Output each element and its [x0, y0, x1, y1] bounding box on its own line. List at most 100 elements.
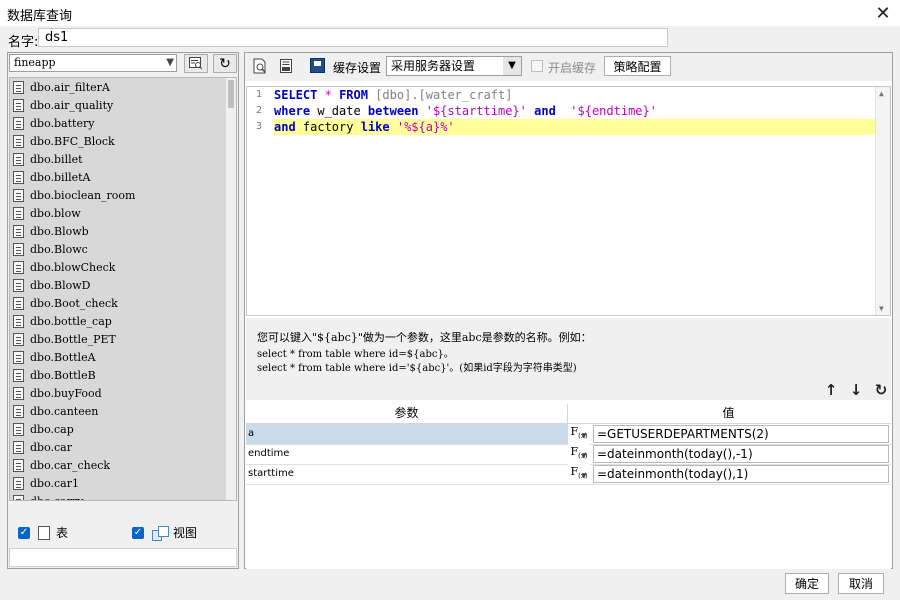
refresh-icon: ↻	[874, 381, 888, 399]
code-line: SELECT * FROM [dbo].[water_craft]	[274, 88, 513, 102]
arrow-down-icon: ↓	[849, 381, 863, 399]
table-name: dbo.bottle_cap	[30, 314, 112, 328]
table-list-item[interactable]: dbo.buyFood	[10, 384, 228, 402]
sql-editor[interactable]: 1 2 3 SELECT * FROM [dbo].[water_craft] …	[246, 86, 891, 316]
arrow-up-icon: ↑	[824, 381, 838, 399]
parameter-value-input[interactable]: =GETUSERDEPARTMENTS(2)	[593, 425, 889, 443]
parameter-row[interactable]: endtime F(x) ▼ =dateinmonth(today(),-1)	[246, 444, 891, 465]
table-name: dbo.Blowc	[30, 242, 88, 256]
parameter-row[interactable]: a F(x) ▼ =GETUSERDEPARTMENTS(2)	[246, 424, 891, 445]
cache-settings-label: 缓存设置	[333, 61, 382, 75]
show-views-option[interactable]: ✓ 视图	[132, 524, 197, 541]
chevron-down-icon: ▼	[166, 57, 174, 68]
column-header-value: 值	[722, 406, 735, 420]
table-list-item[interactable]: dbo.car_check	[10, 456, 228, 474]
table-list-item[interactable]: dbo.bottle_cap	[10, 312, 228, 330]
scroll-down-icon[interactable]: ▼	[879, 304, 884, 313]
refresh-tables-button[interactable]: ↻	[213, 54, 237, 73]
window-title: 数据库查询	[7, 9, 73, 24]
table-list-item[interactable]: dbo.Blowc	[10, 240, 228, 258]
table-list-item[interactable]: dbo.Boot_check	[10, 294, 228, 312]
table-name: dbo.BlowD	[30, 278, 91, 292]
cache-settings-icon	[310, 58, 325, 73]
show-tables-checkbox[interactable]: ✓	[18, 526, 30, 539]
parameter-name[interactable]: endtime	[246, 444, 568, 464]
ok-button[interactable]: 确定	[785, 573, 829, 594]
view-icon	[152, 525, 169, 541]
table-list-item[interactable]: dbo.bioclean_room	[10, 186, 228, 204]
table-list-item[interactable]: dbo.Blowb	[10, 222, 228, 240]
table-list-item[interactable]: dbo.BFC_Block	[10, 132, 228, 150]
parameter-row[interactable]: starttime F(x) ▼ =dateinmonth(today(),1)	[246, 464, 891, 485]
formula-button[interactable]: F(x) ▼	[568, 444, 590, 464]
parameter-value-input[interactable]: =dateinmonth(today(),1)	[593, 465, 889, 483]
table-icon	[13, 278, 24, 292]
table-list-item[interactable]: dbo.car	[10, 438, 228, 456]
table-icon	[13, 224, 24, 238]
parameter-name[interactable]: starttime	[246, 464, 568, 484]
table-list-item[interactable]: dbo.cap	[10, 420, 228, 438]
show-views-checkbox[interactable]: ✓	[132, 526, 144, 539]
refresh-params-button[interactable]: ↻	[872, 381, 890, 399]
formula-button[interactable]: F(x) ▼	[568, 424, 590, 444]
parameter-value-input[interactable]: =dateinmonth(today(),-1)	[593, 445, 889, 463]
table-name: dbo.billetA	[30, 170, 91, 184]
table-list-item[interactable]: dbo.BottleB	[10, 366, 228, 384]
table-search-icon	[189, 57, 203, 70]
table-list-item[interactable]: dbo.carry	[10, 492, 228, 500]
database-select[interactable]: fineapp ▼	[9, 54, 177, 72]
chevron-down-icon: ▼	[582, 432, 587, 439]
scroll-up-icon[interactable]: ▲	[879, 89, 884, 98]
table-list-item[interactable]: dbo.Bottle_PET	[10, 330, 228, 348]
table-list-item[interactable]: dbo.air_quality	[10, 96, 228, 114]
parameter-name[interactable]: a	[246, 424, 568, 444]
close-button[interactable]: ✕	[866, 0, 900, 26]
preview-icon	[253, 58, 266, 74]
table-list[interactable]: dbo.air_filterA dbo.air_quality dbo.batter…	[10, 78, 228, 500]
name-label: 名字:	[8, 35, 39, 50]
hint-example: select * from table where id='${abc}'。(如…	[257, 363, 577, 374]
show-views-label: 视图	[173, 526, 198, 540]
table-icon	[38, 525, 50, 540]
table-list-item[interactable]: dbo.battery	[10, 114, 228, 132]
table-list-item[interactable]: dbo.BlowD	[10, 276, 228, 294]
table-list-item[interactable]: dbo.air_filterA	[10, 78, 228, 96]
table-icon	[13, 476, 24, 490]
table-filter-input[interactable]	[9, 548, 237, 567]
line-number: 1	[255, 89, 263, 100]
table-list-scrollbar[interactable]	[226, 78, 236, 500]
close-icon: ✕	[875, 2, 891, 24]
formula-button[interactable]: F(x) ▼	[568, 464, 590, 484]
table-icon	[13, 98, 24, 112]
strategy-config-button[interactable]: 策略配置	[604, 56, 671, 76]
table-search-button[interactable]	[184, 54, 208, 73]
table-list-item[interactable]: dbo.blowCheck	[10, 258, 228, 276]
move-param-up-button[interactable]: ↑	[822, 381, 840, 399]
table-name: dbo.car1	[30, 476, 79, 490]
cache-mode-select[interactable]: 采用服务器设置 ▼	[386, 56, 522, 76]
parameter-table: 参数 值 a F(x) ▼ =GETUSERDEPARTMENTS(2) endtime…	[246, 404, 891, 569]
editor-scrollbar[interactable]: ▲ ▼	[875, 87, 890, 315]
table-list-item[interactable]: dbo.billetA	[10, 168, 228, 186]
table-name: dbo.Blowb	[30, 224, 89, 238]
show-tables-option[interactable]: ✓ 表	[18, 524, 68, 541]
table-icon	[13, 386, 24, 400]
table-icon	[13, 458, 24, 472]
table-list-item[interactable]: dbo.blow	[10, 204, 228, 222]
move-param-down-button[interactable]: ↓	[847, 381, 865, 399]
sql-query-button[interactable]	[277, 57, 295, 75]
name-input[interactable]: ds1	[38, 28, 668, 47]
cancel-button[interactable]: 取消	[838, 573, 884, 594]
sql-code[interactable]: SELECT * FROM [dbo].[water_craft] where …	[274, 87, 874, 135]
table-list-item[interactable]: dbo.billet	[10, 150, 228, 168]
table-list-item[interactable]: dbo.canteen	[10, 402, 228, 420]
preview-button[interactable]	[251, 57, 269, 75]
enable-cache-checkbox[interactable]	[531, 60, 543, 72]
table-list-item[interactable]: dbo.car1	[10, 474, 228, 492]
table-icon	[13, 242, 24, 256]
table-name: dbo.buyFood	[30, 386, 102, 400]
table-icon	[13, 422, 24, 436]
table-list-item[interactable]: dbo.BottleA	[10, 348, 228, 366]
table-name: dbo.Bottle_PET	[30, 332, 116, 346]
table-icon	[13, 152, 24, 166]
